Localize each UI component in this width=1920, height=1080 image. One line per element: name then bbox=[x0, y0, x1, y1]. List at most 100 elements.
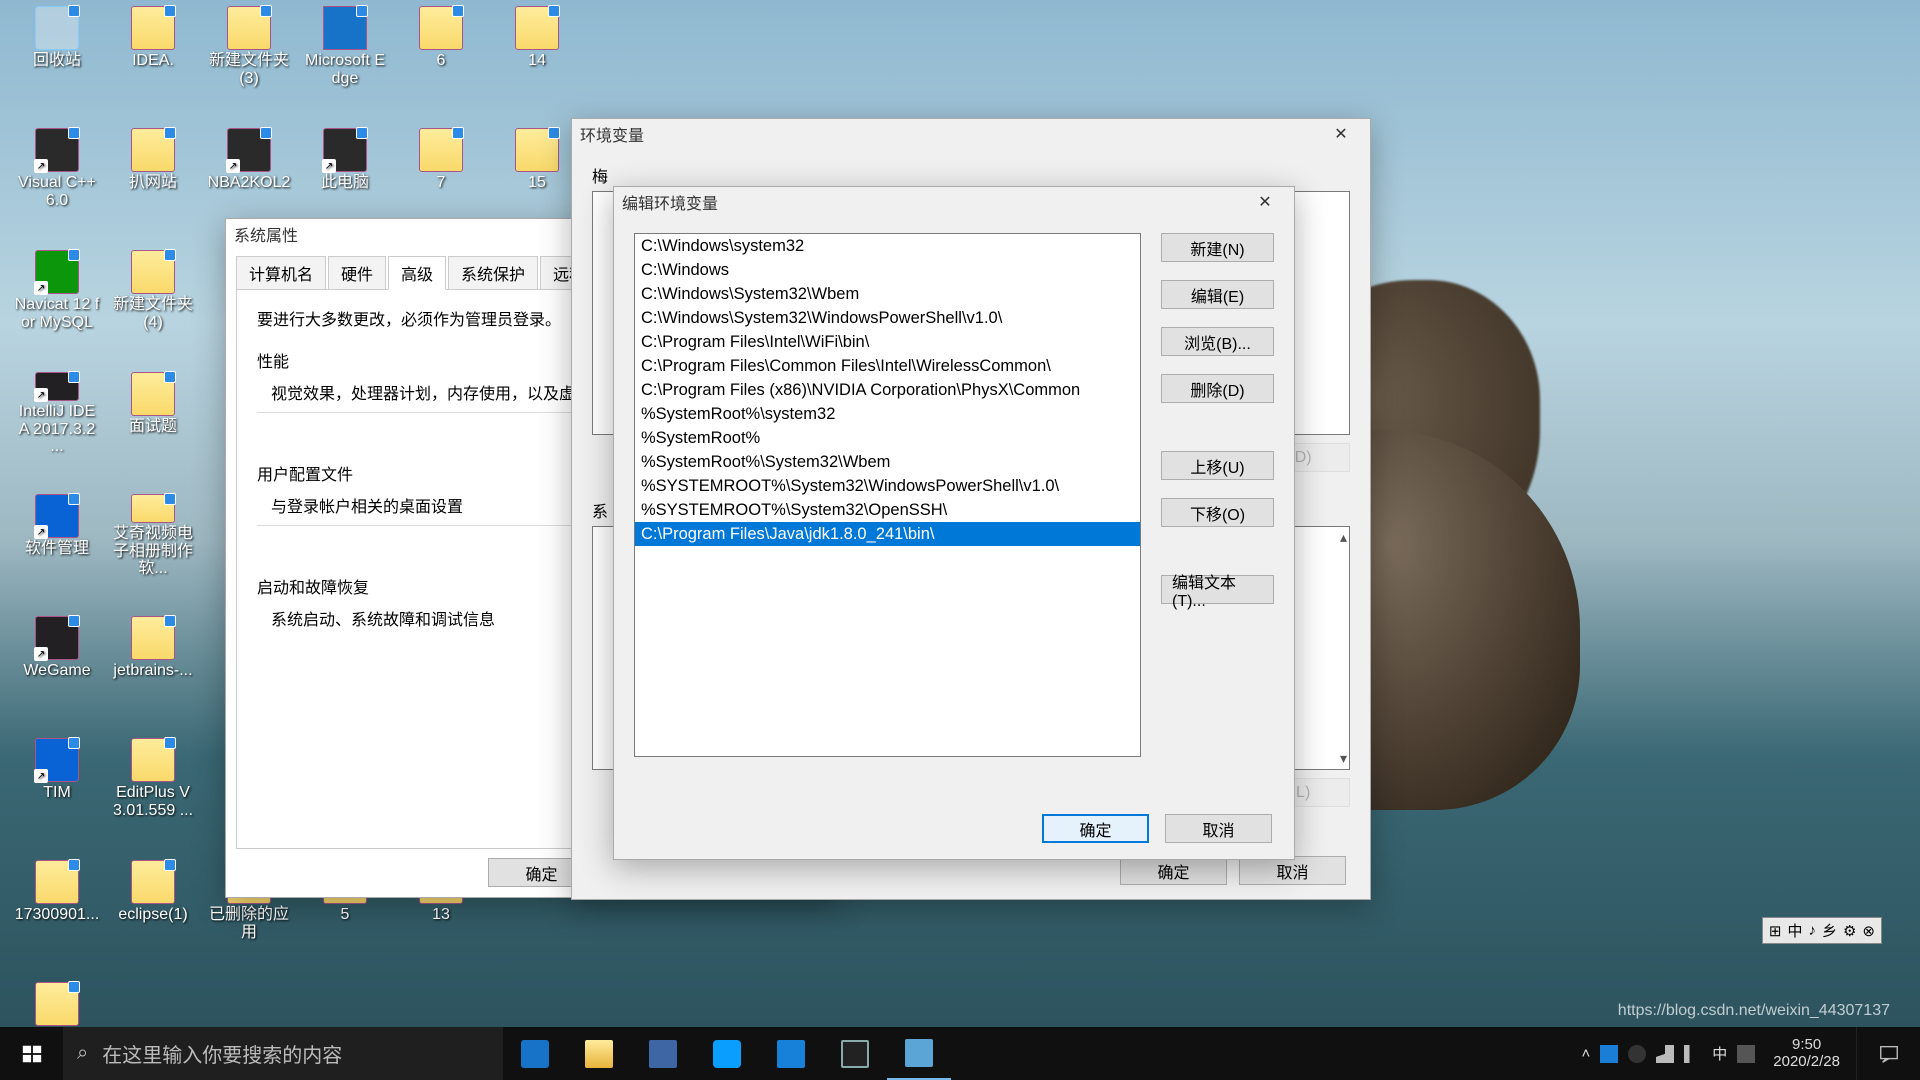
scroll-down-icon[interactable]: ▾ bbox=[1340, 750, 1347, 767]
ime-item[interactable]: ♪ bbox=[1808, 922, 1816, 939]
path-row[interactable]: C:\Program Files (x86)\NVIDIA Corporatio… bbox=[635, 378, 1140, 402]
path-row[interactable]: C:\Windows\system32 bbox=[635, 234, 1140, 258]
desktop-icon[interactable]: ↗NBA2KOL2 bbox=[204, 128, 294, 212]
cancel-button[interactable]: 取消 bbox=[1165, 814, 1272, 843]
path-row[interactable]: %SYSTEMROOT%\System32\OpenSSH\ bbox=[635, 498, 1140, 522]
desktop-icon[interactable]: 艾奇视频电子相册制作软... bbox=[108, 494, 198, 578]
desktop-icon[interactable]: 6 bbox=[396, 6, 486, 90]
tray-icon[interactable] bbox=[1600, 1045, 1618, 1063]
desktop-icon[interactable]: ↗Visual C++ 6.0 bbox=[12, 128, 102, 212]
desktop-icon[interactable]: EditPlus V3.01.559 ... bbox=[108, 738, 198, 822]
ime-item[interactable]: ⚙ bbox=[1843, 922, 1856, 940]
desktop-icon[interactable]: 14 bbox=[492, 6, 582, 90]
tab-0[interactable]: 计算机名 bbox=[236, 256, 326, 290]
desktop-icon-label: 艾奇视频电子相册制作软... bbox=[108, 525, 198, 578]
desktop-icon-label: 15 bbox=[526, 174, 548, 192]
cancel-button[interactable]: 取消 bbox=[1239, 856, 1346, 885]
new-button[interactable]: 新建(N) bbox=[1161, 233, 1274, 262]
desktop-icon[interactable]: 面试题 bbox=[108, 372, 198, 456]
desktop-icon[interactable]: jetbrains-... bbox=[108, 616, 198, 700]
desktop-icon[interactable]: 17300901... bbox=[12, 860, 102, 944]
ime-item[interactable]: 乡 bbox=[1822, 920, 1837, 941]
scroll-up-icon[interactable]: ▴ bbox=[1340, 529, 1347, 546]
desktop-icon-label: TIM bbox=[41, 784, 73, 802]
path-row[interactable]: C:\Program Files\Common Files\Intel\Wire… bbox=[635, 354, 1140, 378]
desktop-icon[interactable]: ↗WeGame bbox=[12, 616, 102, 700]
search-icon: ⌕ bbox=[77, 1042, 88, 1065]
desktop-icon[interactable]: ↗Navicat 12 for MySQL bbox=[12, 250, 102, 334]
edit-text-button[interactable]: 编辑文本(T)... bbox=[1161, 575, 1274, 604]
notification-icon bbox=[1878, 1043, 1900, 1065]
path-row[interactable]: %SystemRoot%\System32\Wbem bbox=[635, 450, 1140, 474]
ime-lang[interactable]: 中 bbox=[1712, 1043, 1727, 1064]
desktop-icon[interactable]: 15 bbox=[492, 128, 582, 212]
ime-bar[interactable]: ⊞ 中 ♪ 乡 ⚙ ⊗ bbox=[1762, 917, 1882, 944]
path-row[interactable]: C:\Windows\System32\Wbem bbox=[635, 282, 1140, 306]
start-button[interactable] bbox=[0, 1027, 63, 1080]
desktop-icon[interactable]: ↗TIM bbox=[12, 738, 102, 822]
desktop-icon-label: eclipse(1) bbox=[116, 906, 189, 924]
desktop-icon-label: 面试题 bbox=[127, 418, 179, 436]
ok-button[interactable]: 确定 bbox=[1120, 856, 1227, 885]
desktop-icon[interactable]: ↗软件管理 bbox=[12, 494, 102, 578]
desktop-icon[interactable]: 扒网站 bbox=[108, 128, 198, 212]
taskbar-edge[interactable] bbox=[503, 1027, 567, 1080]
path-row[interactable]: C:\Windows\System32\WindowsPowerShell\v1… bbox=[635, 306, 1140, 330]
ok-button[interactable]: 确定 bbox=[1042, 814, 1149, 843]
desktop-icon[interactable]: Microsoft Edge bbox=[300, 6, 390, 90]
tray-icon[interactable] bbox=[1628, 1045, 1646, 1063]
taskbar-apps bbox=[503, 1027, 951, 1080]
clock[interactable]: 9:50 2020/2/28 bbox=[1765, 1037, 1848, 1070]
desktop-icon[interactable]: 新建文件夹 (3) bbox=[204, 6, 294, 90]
desktop[interactable]: 回收站IDEA.新建文件夹 (3)Microsoft Edge 6 14 ↗Visua… bbox=[0, 0, 1920, 1080]
tab-1[interactable]: 硬件 bbox=[328, 256, 386, 290]
user-vars-label: 梅 bbox=[592, 163, 1350, 187]
edit-env-var-window: 编辑环境变量 ✕ C:\Windows\system32C:\WindowsC:… bbox=[613, 186, 1295, 860]
titlebar[interactable]: 环境变量 ✕ bbox=[572, 119, 1370, 149]
path-row[interactable]: %SystemRoot%\system32 bbox=[635, 402, 1140, 426]
browse-button[interactable]: 浏览(B)... bbox=[1161, 327, 1274, 356]
search-box[interactable]: ⌕ 在这里输入你要搜索的内容 bbox=[63, 1027, 503, 1080]
close-icon[interactable]: ✕ bbox=[1320, 120, 1362, 148]
desktop-icon[interactable]: ↗IntelliJ IDEA 2017.3.2 ... bbox=[12, 372, 102, 456]
action-center-button[interactable] bbox=[1856, 1027, 1920, 1080]
network-icon[interactable] bbox=[1656, 1045, 1674, 1063]
desktop-icon-label: 5 bbox=[339, 906, 352, 924]
ime-item[interactable]: 中 bbox=[1787, 920, 1802, 941]
delete-button[interactable]: 删除(D) bbox=[1161, 374, 1274, 403]
desktop-icon[interactable]: ↗此电脑 bbox=[300, 128, 390, 212]
volume-icon[interactable] bbox=[1684, 1045, 1702, 1063]
ime-item[interactable]: ⊗ bbox=[1862, 922, 1875, 940]
desktop-icon-label: 6 bbox=[435, 52, 448, 70]
path-row[interactable]: %SYSTEMROOT%\System32\WindowsPowerShell\… bbox=[635, 474, 1140, 498]
path-listbox[interactable]: C:\Windows\system32C:\WindowsC:\Windows\… bbox=[634, 233, 1141, 757]
close-icon[interactable]: ✕ bbox=[1244, 188, 1286, 216]
tray-chevron-icon[interactable]: ˄ bbox=[1581, 1045, 1590, 1062]
path-row[interactable]: C:\Windows bbox=[635, 258, 1140, 282]
path-row[interactable]: C:\Program Files\Java\jdk1.8.0_241\bin\ bbox=[635, 522, 1140, 546]
edit-button[interactable]: 编辑(E) bbox=[1161, 280, 1274, 309]
move-down-button[interactable]: 下移(O) bbox=[1161, 498, 1274, 527]
desktop-icon-label: jetbrains-... bbox=[111, 662, 194, 680]
taskbar-app-3[interactable] bbox=[631, 1027, 695, 1080]
desktop-icon[interactable]: eclipse(1) bbox=[108, 860, 198, 944]
search-placeholder: 在这里输入你要搜索的内容 bbox=[102, 1039, 342, 1068]
tray-icon[interactable] bbox=[1737, 1045, 1755, 1063]
ime-item[interactable]: ⊞ bbox=[1769, 922, 1782, 940]
desktop-icon[interactable]: 7 bbox=[396, 128, 486, 212]
titlebar[interactable]: 编辑环境变量 ✕ bbox=[614, 187, 1294, 217]
taskbar-explorer[interactable] bbox=[567, 1027, 631, 1080]
taskbar-app-5[interactable] bbox=[759, 1027, 823, 1080]
tab-3[interactable]: 系统保护 bbox=[448, 256, 538, 290]
path-row[interactable]: %SystemRoot% bbox=[635, 426, 1140, 450]
desktop-icon[interactable]: 回收站 bbox=[12, 6, 102, 90]
desktop-icon[interactable]: 新建文件夹 (4) bbox=[108, 250, 198, 334]
taskbar: ⌕ 在这里输入你要搜索的内容 ˄ 中 9:50 2020/2/28 bbox=[0, 1027, 1920, 1080]
path-row[interactable]: C:\Program Files\Intel\WiFi\bin\ bbox=[635, 330, 1140, 354]
taskbar-app-6[interactable] bbox=[823, 1027, 887, 1080]
tab-2[interactable]: 高级 bbox=[388, 256, 446, 290]
desktop-icon[interactable]: IDEA. bbox=[108, 6, 198, 90]
taskbar-settings[interactable] bbox=[887, 1027, 951, 1080]
move-up-button[interactable]: 上移(U) bbox=[1161, 451, 1274, 480]
taskbar-app-4[interactable] bbox=[695, 1027, 759, 1080]
